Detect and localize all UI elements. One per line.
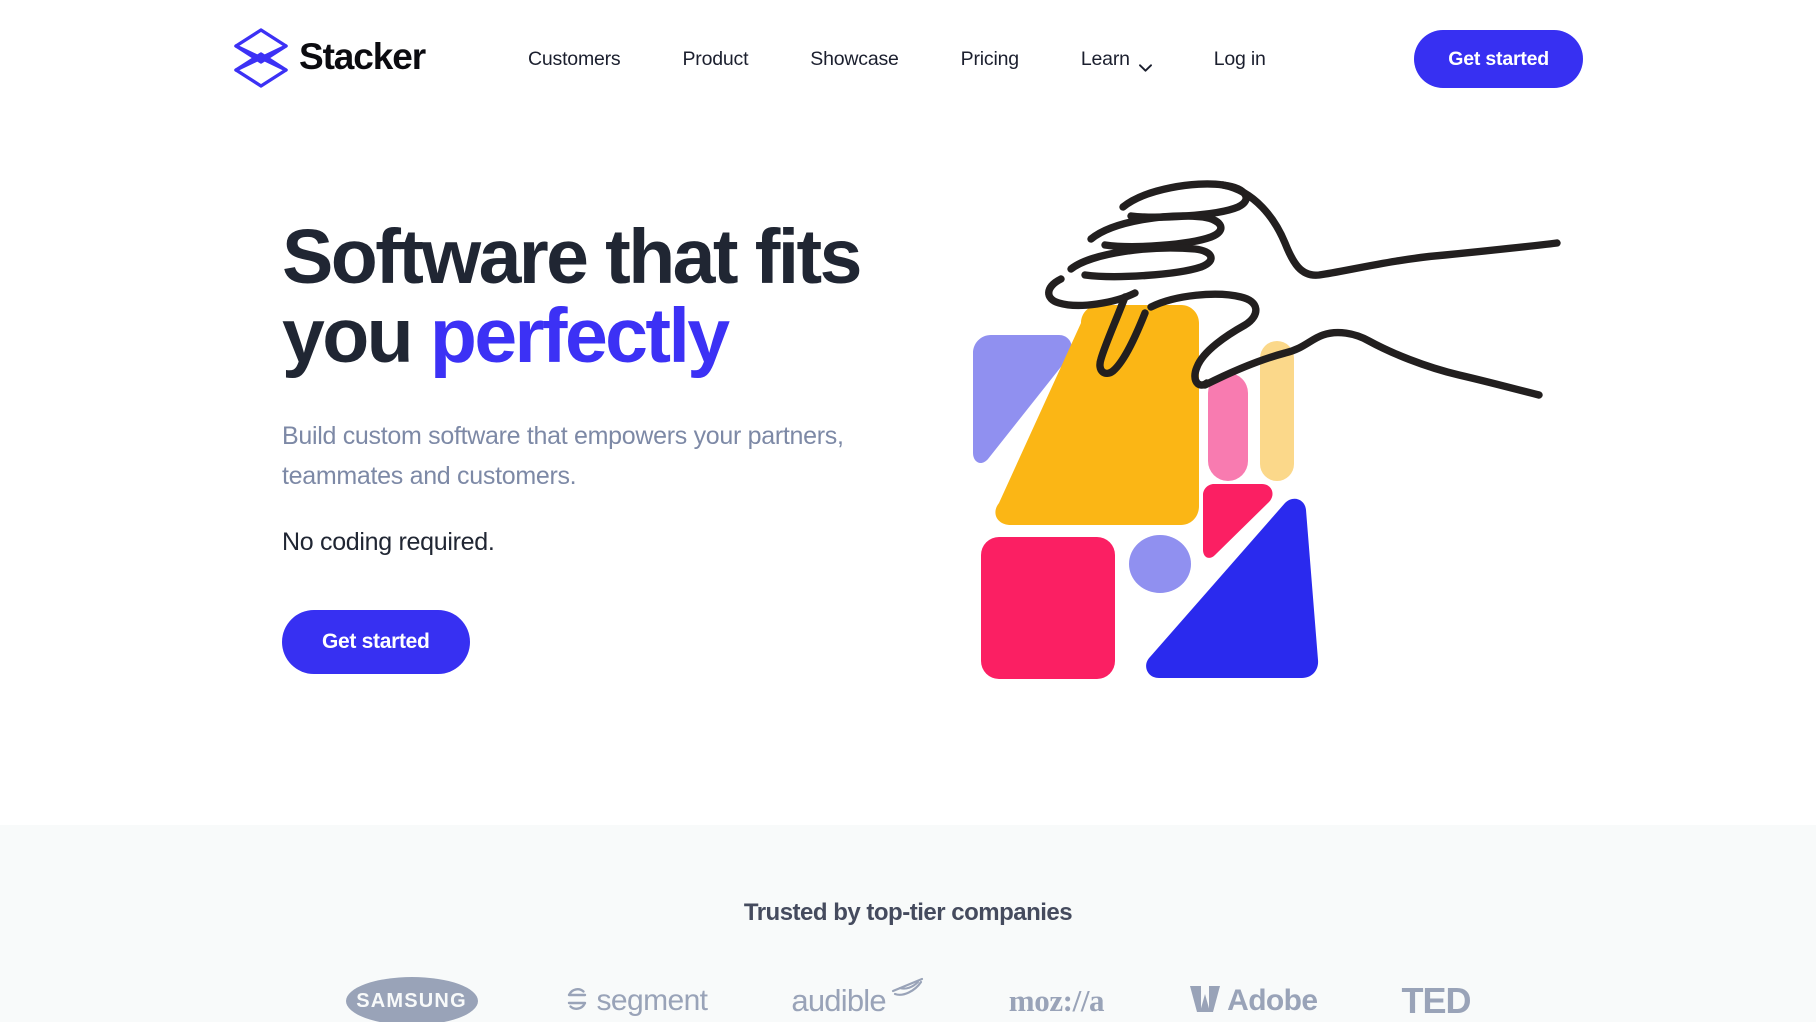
page-title: Software that fits you perfectly (282, 218, 922, 375)
nav-item-label: Showcase (810, 47, 899, 70)
stacker-diamonds-logo-icon (233, 27, 289, 89)
magenta-square-shape (981, 537, 1115, 679)
nav-item-showcase[interactable]: Showcase (810, 38, 899, 81)
headline-line-2-plain: you (282, 292, 430, 379)
segment-logo-label: segment (596, 984, 708, 1017)
nav-item-customers[interactable]: Customers (528, 38, 621, 81)
adobe-logo: Adobe (1188, 977, 1318, 1022)
landing-page: Stacker Customers Product Showcase Prici… (0, 0, 1816, 1022)
nav-item-label: Log in (1213, 47, 1266, 70)
audible-swoosh-icon (891, 977, 925, 1004)
ted-logo-label: TED (1401, 980, 1471, 1021)
ted-logo: TED (1401, 977, 1471, 1022)
samsung-ellipse-icon: SAMSUNG (345, 977, 478, 1022)
get-started-header-button[interactable]: Get started (1414, 30, 1583, 88)
nav-item-label: Pricing (960, 47, 1019, 70)
segment-mark-icon (562, 984, 592, 1019)
hero-illustration (955, 173, 1615, 693)
pink-pill-shape (1208, 373, 1248, 481)
samsung-logo-label: SAMSUNG (356, 989, 467, 1012)
mozilla-logo-label: moz://a (1008, 983, 1105, 1018)
adobe-mark-icon (1188, 984, 1222, 1019)
mozilla-logo: moz://a (1008, 977, 1105, 1022)
segment-logo: segment (562, 977, 708, 1022)
headline-line-1: Software that fits (282, 214, 862, 300)
brand-logo-link[interactable]: Stacker (233, 27, 426, 89)
nav-item-label: Customers (528, 47, 621, 70)
audible-logo: audible (791, 977, 924, 1022)
chevron-down-icon (1138, 55, 1152, 72)
adobe-logo-label: Adobe (1227, 984, 1318, 1017)
hero-copy: Software that fits you perfectly Build c… (282, 218, 922, 674)
samsung-logo: SAMSUNG (345, 977, 478, 1022)
hero-subcopy-strong: No coding required. (282, 528, 495, 557)
get-started-hero-button[interactable]: Get started (282, 609, 470, 674)
hero-section: Software that fits you perfectly Build c… (0, 118, 1816, 825)
site-header: Stacker Customers Product Showcase Prici… (0, 0, 1816, 118)
client-logo-row: SAMSUNG segment audible moz://a Adobe TE… (0, 977, 1816, 1022)
nav-item-product[interactable]: Product (682, 38, 748, 81)
audible-logo-label: audible (791, 983, 886, 1018)
trusted-by-section: Trusted by top-tier companies SAMSUNG se… (0, 825, 1816, 1022)
nav-item-learn[interactable]: Learn (1081, 38, 1152, 81)
primary-nav: Customers Product Showcase Pricing Learn (528, 0, 1266, 118)
trusted-by-title: Trusted by top-tier companies (743, 899, 1073, 926)
hero-subcopy: Build custom software that empowers your… (282, 422, 844, 490)
nav-item-log-in[interactable]: Log in (1214, 38, 1266, 81)
periwinkle-circle-shape (1129, 535, 1191, 593)
nav-item-pricing[interactable]: Pricing (961, 38, 1019, 81)
headline-accent-word: perfectly (429, 292, 730, 379)
brand-name: Stacker (299, 36, 426, 77)
nav-item-label: Product (682, 47, 749, 70)
nav-item-label: Learn (1080, 47, 1130, 70)
